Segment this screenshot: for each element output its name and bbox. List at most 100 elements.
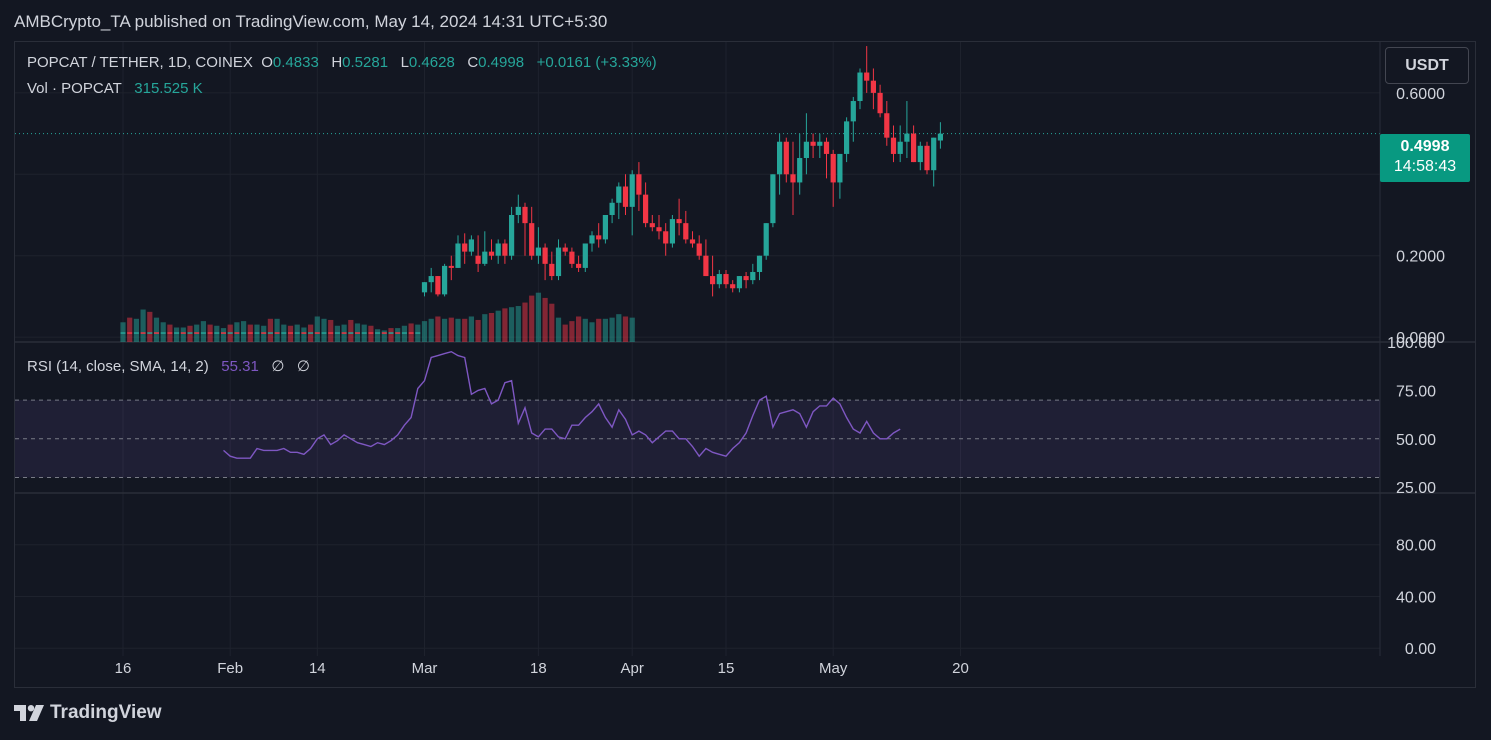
volume-bar — [368, 325, 374, 342]
volume-bar — [629, 317, 635, 342]
rsi-legend: RSI (14, close, SMA, 14, 2) 55.31 ∅ ∅ — [27, 357, 310, 375]
volume-bar — [428, 318, 434, 342]
volume-bar — [241, 321, 247, 342]
x-tick-label: Mar — [412, 660, 438, 677]
rsi-tick-label: 25.00 — [1396, 480, 1436, 497]
candle-body — [421, 282, 428, 293]
tradingview-logo-icon — [14, 705, 44, 721]
volume-bar — [569, 321, 575, 342]
candle-body — [797, 158, 803, 183]
volume-label[interactable]: Vol · POPCAT — [27, 80, 122, 97]
volume-bar — [234, 322, 240, 342]
volume-bar — [509, 307, 515, 342]
candle-body — [716, 274, 722, 285]
candle-body — [924, 145, 930, 171]
candle-body — [777, 141, 783, 175]
candle-body — [756, 255, 763, 272]
candle-body — [576, 263, 582, 268]
volume-bar — [482, 314, 488, 342]
volume-bar — [388, 328, 394, 342]
candle-body — [649, 223, 655, 228]
candle-body — [750, 271, 756, 281]
candle-body — [710, 276, 716, 285]
candle-body — [676, 219, 682, 224]
volume-bar — [596, 318, 602, 342]
candle-body — [730, 284, 736, 289]
currency-unit-button[interactable]: USDT — [1385, 47, 1469, 84]
candle-body — [884, 113, 890, 138]
candle-body — [877, 92, 883, 114]
rsi-label[interactable]: RSI (14, close, SMA, 14, 2) — [27, 358, 209, 375]
candle-body — [569, 251, 575, 264]
volume-bar — [133, 318, 139, 342]
candle-body — [911, 133, 917, 163]
candle-body — [482, 251, 488, 264]
volume-bar — [120, 322, 126, 342]
candle-body — [535, 247, 541, 256]
footer-brand[interactable]: TradingView — [14, 702, 162, 724]
rsi-band — [15, 399, 1380, 479]
volume-bar — [153, 317, 160, 342]
candle-body — [897, 141, 903, 154]
volume-bar — [127, 317, 133, 342]
candle-body — [837, 153, 843, 183]
volume-bar — [488, 313, 495, 342]
candle-body — [629, 174, 635, 207]
volume-bar — [616, 314, 622, 342]
candle-body — [643, 194, 649, 224]
candle-body — [830, 153, 836, 183]
volume-bar — [589, 322, 595, 342]
candle-body — [870, 80, 876, 93]
volume-bar — [515, 306, 521, 342]
volume-bar — [435, 316, 441, 342]
volume-bar — [334, 325, 340, 342]
volume-bar — [555, 317, 562, 342]
price-tick-label: 0.2000 — [1396, 249, 1445, 266]
candle-body — [850, 101, 856, 122]
change-value: +0.0161 (+3.33%) — [536, 54, 657, 71]
candle-body — [602, 214, 608, 240]
volume-bar — [381, 330, 387, 342]
volume-legend: Vol · POPCAT 315.525 K — [27, 80, 203, 97]
candle-body — [743, 276, 749, 281]
open-label: O — [261, 54, 273, 71]
candle-body — [864, 72, 870, 81]
low-label: L — [400, 54, 409, 71]
lower-tick-label: 0.00 — [1405, 641, 1436, 658]
candle-body — [763, 223, 769, 256]
symbol-label[interactable]: POPCAT / TETHER, 1D, COINEX — [27, 54, 253, 71]
candle-body — [442, 265, 448, 295]
lower-tick-label: 40.00 — [1396, 589, 1436, 606]
volume-bar — [267, 318, 273, 342]
volume-bar — [348, 319, 354, 342]
volume-bar — [187, 325, 193, 342]
volume-bar — [549, 303, 555, 342]
volume-value: 315.525 K — [134, 80, 203, 97]
grid-lines — [15, 42, 1380, 656]
candle-body — [435, 276, 441, 295]
candle-body — [917, 145, 923, 163]
candle-body — [468, 239, 474, 252]
candle-body — [890, 137, 897, 154]
candle-body — [683, 223, 689, 240]
candle-body — [589, 235, 595, 244]
close-value: 0.4998 — [478, 54, 525, 71]
volume-bar — [200, 321, 206, 342]
volume-bar — [395, 328, 401, 342]
candle-body — [596, 235, 602, 240]
volume-bar — [602, 318, 608, 342]
rsi-tick-label: 75.00 — [1396, 383, 1436, 400]
candle-body — [937, 133, 943, 141]
x-tick-label: 15 — [718, 660, 735, 677]
candle-body — [844, 121, 850, 154]
volume-bar — [522, 302, 528, 342]
volume-bar — [287, 325, 294, 342]
volume-bar — [160, 322, 166, 342]
volume-bar — [261, 325, 267, 342]
candle-body — [703, 255, 709, 277]
candle-body — [448, 265, 454, 268]
candle-body — [488, 251, 495, 256]
ohlc-legend: POPCAT / TETHER, 1D, COINEX O0.4833 H0.5… — [27, 54, 657, 71]
candle-body — [555, 247, 562, 277]
open-value: 0.4833 — [272, 54, 319, 71]
